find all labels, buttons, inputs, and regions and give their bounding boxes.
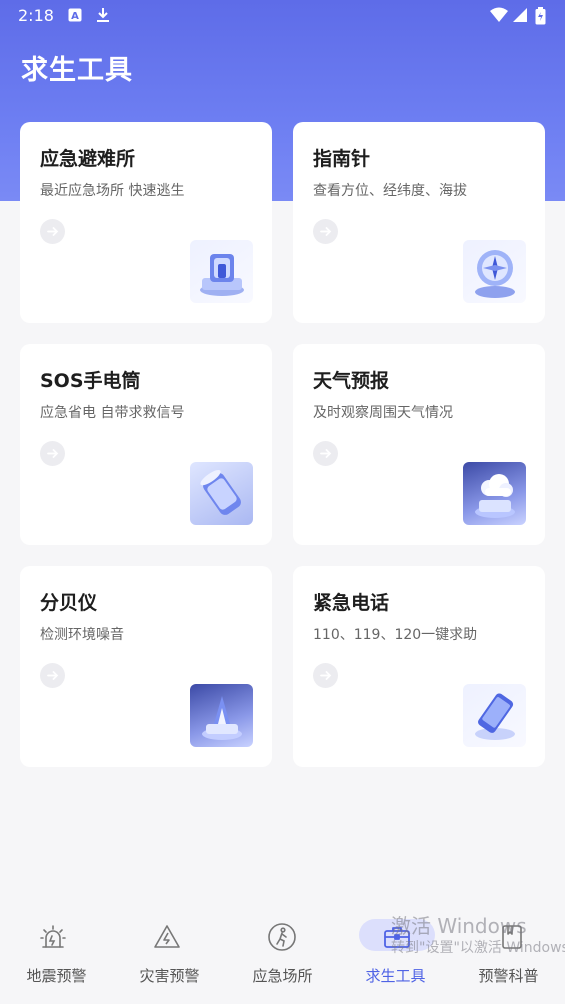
- card-title: 天气预报: [313, 370, 390, 392]
- card-subtitle: 最近应急场所 快速逃生: [40, 183, 185, 199]
- wifi-icon: [490, 7, 508, 27]
- card-emergency-phone[interactable]: 紧急电话 110、119、120一键求助: [293, 566, 545, 767]
- card-decibel-meter[interactable]: 分贝仪 检测环境噪音: [20, 566, 272, 767]
- card-emergency-shelter[interactable]: 应急避难所 最近应急场所 快速逃生: [20, 122, 272, 323]
- card-title: 应急避难所: [40, 148, 136, 170]
- tab-label: 地震预警: [26, 967, 87, 985]
- tab-label: 求生工具: [365, 967, 426, 985]
- card-subtitle: 应急省电 自带求救信号: [40, 405, 185, 421]
- download-icon: [96, 7, 110, 27]
- card-subtitle: 查看方位、经纬度、海拔: [313, 183, 467, 199]
- card-subtitle: 110、119、120一键求助: [313, 627, 478, 643]
- compass-icon: [463, 240, 526, 303]
- card-title: 分贝仪: [40, 592, 98, 614]
- arrow-right-icon[interactable]: [40, 441, 65, 466]
- page-title: 求生工具: [21, 55, 133, 86]
- tab-earthquake-alert[interactable]: 地震预警: [0, 910, 113, 1004]
- tab-label: 应急场所: [252, 967, 313, 985]
- emergency-place-icon: [267, 922, 297, 952]
- a-notification-icon: A: [68, 7, 82, 26]
- arrow-right-icon[interactable]: [313, 219, 338, 244]
- card-title: 指南针: [313, 148, 371, 170]
- emergency-phone-icon: [463, 684, 526, 747]
- card-title: 紧急电话: [313, 592, 390, 614]
- arrow-right-icon[interactable]: [40, 663, 65, 688]
- decibel-meter-icon: [190, 684, 253, 747]
- windows-activation-watermark: 激活 Windows: [391, 914, 527, 938]
- status-bar: 2:18 A: [0, 0, 565, 32]
- arrow-right-icon[interactable]: [40, 219, 65, 244]
- signal-icon: [512, 7, 528, 27]
- card-subtitle: 及时观察周围天气情况: [313, 405, 453, 421]
- weather-icon: [463, 462, 526, 525]
- card-subtitle: 检测环境噪音: [40, 627, 124, 643]
- card-sos-flashlight[interactable]: SOS手电筒 应急省电 自带求救信号: [20, 344, 272, 545]
- disaster-warning-icon: [152, 922, 182, 952]
- battery-icon: [535, 7, 546, 29]
- arrow-right-icon[interactable]: [313, 663, 338, 688]
- flashlight-icon: [190, 462, 253, 525]
- tab-label: 预警科普: [478, 967, 539, 985]
- arrow-right-icon[interactable]: [313, 441, 338, 466]
- tab-label: 灾害预警: [139, 967, 200, 985]
- status-time: 2:18: [18, 6, 54, 25]
- windows-activation-hint: 转到"设置"以激活 Windows。: [391, 940, 565, 956]
- tab-disaster-warning[interactable]: 灾害预警: [113, 910, 226, 1004]
- card-weather-forecast[interactable]: 天气预报 及时观察周围天气情况: [293, 344, 545, 545]
- tab-emergency-place[interactable]: 应急场所: [226, 910, 339, 1004]
- svg-text:A: A: [71, 11, 79, 22]
- card-compass[interactable]: 指南针 查看方位、经纬度、海拔: [293, 122, 545, 323]
- shelter-icon: [190, 240, 253, 303]
- card-title: SOS手电筒: [40, 370, 141, 392]
- earthquake-alert-icon: [38, 922, 68, 952]
